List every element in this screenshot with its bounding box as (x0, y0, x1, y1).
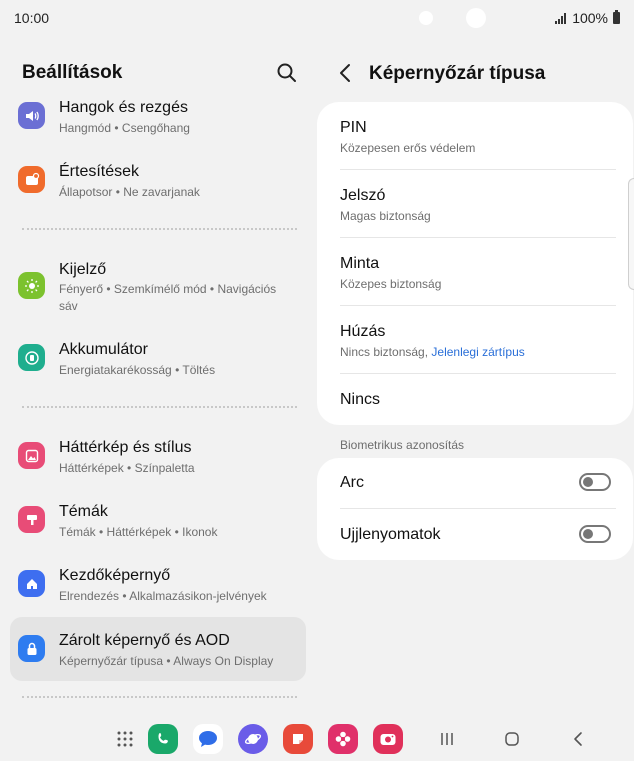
phone-app-icon[interactable] (148, 724, 178, 754)
camera-cutout (419, 11, 433, 25)
option-subtitle: Közepes biztonság (340, 277, 442, 291)
taskbar (0, 716, 634, 761)
lock-icon (18, 635, 45, 662)
lock-option-password[interactable]: Jelszó Magas biztonság (340, 187, 633, 223)
option-title: Nincs (340, 391, 381, 408)
lock-option-pin[interactable]: PIN Közepesen erős védelem (340, 119, 633, 155)
lock-options-card: PIN Közepesen erős védelem Jelszó Magas … (317, 102, 633, 425)
toggle-knob (583, 477, 593, 487)
settings-item-subtitle: Állapotsor • Ne zavarjanak (59, 185, 200, 199)
sound-icon (18, 102, 45, 129)
settings-item-label: Témák (59, 503, 108, 520)
search-icon (277, 63, 296, 82)
apps-grid-button[interactable] (110, 724, 140, 754)
lock-option-none[interactable]: Nincs (340, 391, 633, 409)
home-button[interactable] (502, 729, 522, 749)
brightness-icon (18, 272, 45, 299)
battery-icon (18, 344, 45, 371)
current-lock-type-label: Jelenlegi zártípus (431, 345, 525, 359)
themes-icon (18, 506, 45, 533)
camera-cutout (466, 8, 486, 28)
divider (340, 237, 616, 238)
messages-app-icon[interactable] (193, 724, 223, 754)
settings-item-subtitle: Képernyőzár típusa • Always On Display (59, 654, 274, 668)
biometrics-card: Arc Ujjlenyomatok (317, 458, 633, 560)
option-title: Húzás (340, 323, 386, 340)
status-time: 10:00 (14, 10, 50, 26)
page-title: Képernyőzár típusa (369, 63, 546, 84)
settings-item-themes[interactable]: Témák Témák • Háttérképek • Ikonok (10, 496, 306, 552)
battery-status-icon (613, 10, 620, 24)
settings-title: Beállítások (22, 62, 123, 83)
home-screen-icon (18, 570, 45, 597)
option-subtitle-text: Nincs biztonság, (340, 345, 432, 359)
back-button[interactable] (337, 62, 353, 84)
lock-option-pattern[interactable]: Minta Közepes biztonság (340, 255, 633, 291)
back-icon (574, 732, 582, 746)
option-subtitle: Magas biztonság (340, 209, 431, 223)
option-title: PIN (340, 119, 367, 136)
settings-item-label: Akkumulátor (59, 341, 148, 358)
settings-item-subtitle: Hangmód • Csengőhang (59, 121, 190, 135)
notes-app-icon[interactable] (283, 724, 313, 754)
settings-item-label: Kezdőképernyő (59, 567, 171, 584)
home-icon (505, 732, 519, 746)
settings-item-battery[interactable]: Akkumulátor Energiatakarékosság • Töltés (10, 334, 306, 390)
signal-icon (555, 12, 567, 24)
option-title: Jelszó (340, 187, 386, 204)
camera-app-icon[interactable] (373, 724, 403, 754)
settings-item-subtitle: Energiatakarékosság • Töltés (59, 363, 216, 377)
settings-list-pane: Beállítások Hangok és rezgés Hangmód • C… (0, 36, 317, 716)
settings-item-subtitle: Fényerő • Szemkímélő mód • Navigációs sá… (59, 282, 277, 313)
section-divider (22, 228, 297, 230)
wallpaper-icon (18, 442, 45, 469)
divider (340, 508, 616, 509)
biometrics-section-label: Biometrikus azonosítás (340, 438, 465, 452)
fingerprint-toggle[interactable] (579, 525, 611, 543)
settings-item-home-screen[interactable]: Kezdőképernyő Elrendezés • Alkalmazásiko… (10, 560, 306, 616)
settings-item-label: Hangok és rezgés (59, 99, 188, 116)
settings-item-label: Háttérkép és stílus (59, 439, 192, 456)
recents-button[interactable] (437, 729, 457, 749)
status-right: 100% (555, 10, 620, 26)
section-divider (22, 406, 297, 408)
section-divider (22, 696, 297, 698)
apps-grid-icon (117, 731, 133, 747)
divider (340, 373, 616, 374)
internet-app-icon[interactable] (238, 724, 268, 754)
option-subtitle: Közepesen erős védelem (340, 141, 476, 155)
lock-type-pane: Képernyőzár típusa PIN Közepesen erős vé… (317, 36, 634, 716)
divider (340, 305, 616, 306)
settings-item-label: Zárolt képernyő és AOD (59, 632, 230, 649)
nav-back-button[interactable] (568, 729, 588, 749)
recents-icon (441, 733, 453, 745)
toggle-knob (583, 529, 593, 539)
search-button[interactable] (276, 62, 298, 84)
battery-level: 100% (572, 10, 608, 26)
divider (340, 169, 616, 170)
notification-icon (18, 166, 45, 193)
option-title: Minta (340, 255, 380, 272)
option-subtitle: Nincs biztonság, Jelenlegi zártípus (340, 345, 633, 359)
settings-item-display[interactable]: Kijelző Fényerő • Szemkímélő mód • Navig… (10, 254, 306, 320)
status-bar: 10:00 100% (0, 0, 634, 36)
settings-item-subtitle: Témák • Háttérképek • Ikonok (59, 525, 218, 539)
settings-item-subtitle: Elrendezés • Alkalmazásikon-jelvények (59, 589, 267, 603)
gallery-app-icon[interactable] (328, 724, 358, 754)
settings-item-wallpaper[interactable]: Háttérkép és stílus Háttérképek • Színpa… (10, 432, 306, 488)
settings-item-label: Értesítések (59, 163, 140, 180)
face-toggle[interactable] (579, 473, 611, 491)
settings-item-sounds[interactable]: Hangok és rezgés Hangmód • Csengőhang (10, 92, 306, 148)
lock-option-swipe[interactable]: Húzás Nincs biztonság, Jelenlegi zártípu… (340, 323, 633, 359)
chevron-left-icon (340, 64, 350, 82)
edge-panel-handle[interactable] (628, 178, 634, 290)
settings-item-subtitle: Háttérképek • Színpaletta (59, 461, 195, 475)
settings-item-label: Kijelző (59, 261, 107, 278)
settings-item-notifications[interactable]: Értesítések Állapotsor • Ne zavarjanak (10, 156, 306, 212)
settings-item-lock-screen[interactable]: Zárolt képernyő és AOD Képernyőzár típus… (10, 617, 306, 681)
